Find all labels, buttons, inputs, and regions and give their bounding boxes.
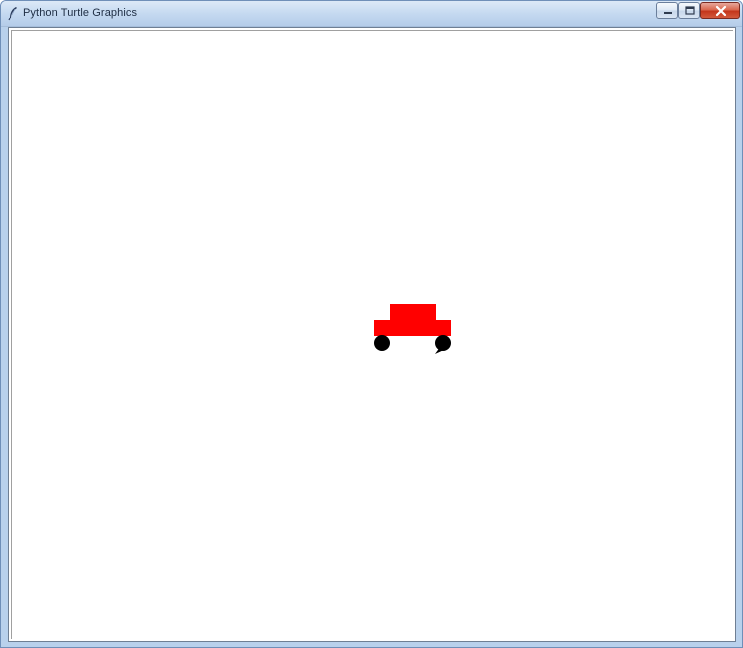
car-roof xyxy=(390,304,436,320)
wheel-left xyxy=(374,335,390,351)
minimize-icon xyxy=(664,12,672,14)
turtle-window: Python Turtle Graphics xyxy=(0,0,743,648)
window-title: Python Turtle Graphics xyxy=(23,7,138,19)
turtle-canvas[interactable] xyxy=(11,30,733,639)
client-area xyxy=(8,27,736,642)
car-body xyxy=(374,320,451,336)
close-button[interactable] xyxy=(700,2,740,19)
turtle-drawing xyxy=(374,304,451,354)
close-icon xyxy=(715,5,727,17)
caption-buttons xyxy=(656,2,740,19)
maximize-icon xyxy=(685,6,695,15)
minimize-button[interactable] xyxy=(656,2,678,19)
title-bar[interactable]: Python Turtle Graphics xyxy=(1,1,742,27)
feather-icon xyxy=(7,6,19,21)
maximize-button[interactable] xyxy=(678,2,700,19)
